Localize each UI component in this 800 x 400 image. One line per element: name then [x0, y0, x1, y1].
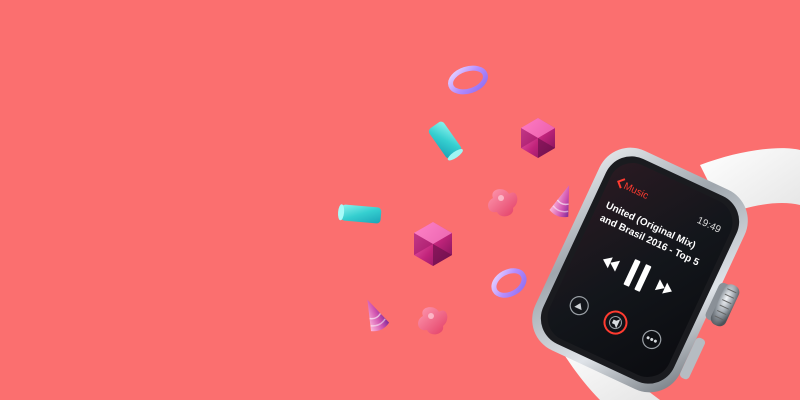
cylinder-shape-left — [338, 204, 382, 224]
cone-shape-left — [367, 299, 390, 332]
ring-shape-top — [448, 65, 488, 95]
cylinder-shape-top — [428, 121, 463, 161]
gem-shape-top — [521, 118, 555, 158]
smartwatch: Music 19:49 United (Original Mix) and Br… — [532, 147, 800, 400]
blob-shape-middle — [488, 189, 518, 217]
hero-illustration: Music 19:49 United (Original Mix) and Br… — [338, 65, 800, 400]
gem-shape-middle — [414, 222, 452, 266]
ring-shape-lower — [491, 268, 527, 298]
cone-shape-right — [549, 185, 570, 218]
blob-shape-lower — [418, 307, 448, 335]
